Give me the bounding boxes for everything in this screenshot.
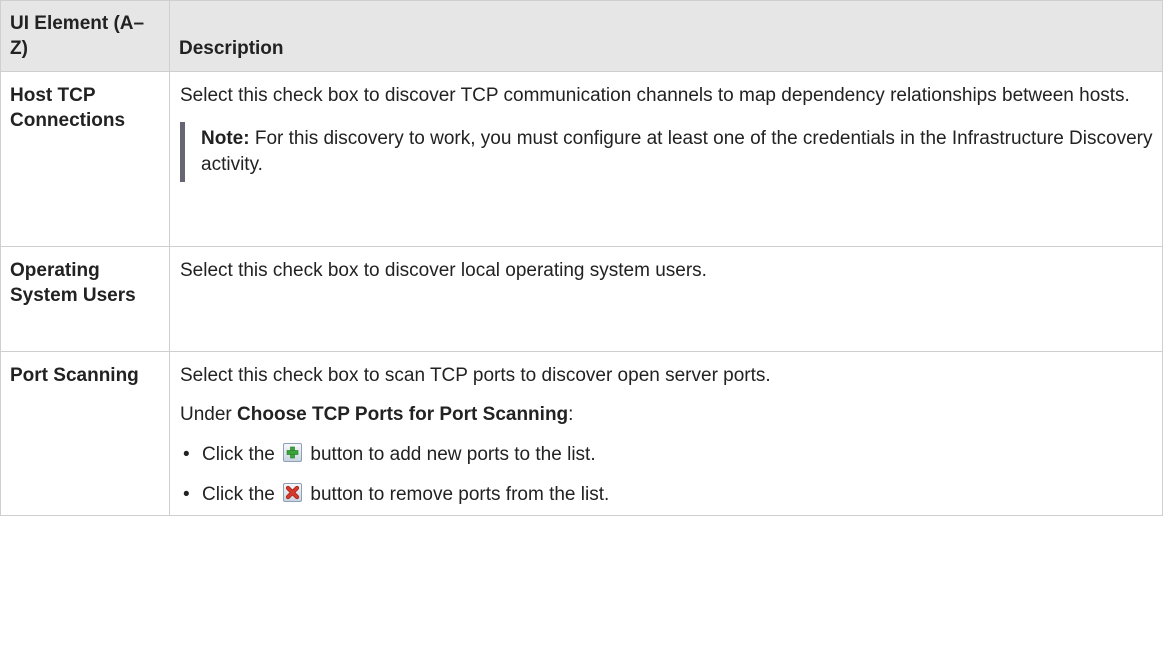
- note-label: Note:: [201, 128, 250, 149]
- steps-list: • Click the button to add new ports to t…: [180, 442, 1154, 507]
- note-text: For this discovery to work, you must con…: [201, 128, 1153, 175]
- note-callout: Note: For this discovery to work, you mu…: [180, 122, 1154, 182]
- header-description: Description: [169, 0, 1163, 72]
- under-prefix: Under: [180, 404, 232, 425]
- under-instruction: Under Choose TCP Ports for Port Scanning…: [180, 402, 1154, 427]
- description-text: Select this check box to discover TCP co…: [180, 85, 1130, 106]
- add-green-plus-icon: [283, 443, 303, 462]
- description-text: Select this check box to discover local …: [180, 260, 707, 281]
- element-description: Select this check box to discover local …: [169, 246, 1163, 352]
- element-name: Host TCP Connections: [0, 71, 170, 247]
- step-text-after: button to add new ports to the list.: [310, 444, 596, 465]
- description-text: Select this check box to scan TCP ports …: [180, 365, 771, 386]
- element-name: Port Scanning: [0, 351, 170, 516]
- under-section-name: Choose TCP Ports for Port Scanning: [237, 404, 569, 425]
- bullet-icon: •: [183, 444, 190, 465]
- step-text-after: button to remove ports from the list.: [310, 484, 610, 505]
- list-item: • Click the button to remove ports from …: [180, 482, 1154, 507]
- under-suffix: :: [568, 404, 574, 425]
- element-name: Operating System Users: [0, 246, 170, 352]
- step-text-before: Click the: [202, 444, 275, 465]
- list-item: • Click the button to add new ports to t…: [180, 442, 1154, 467]
- ui-elements-table: UI Element (A–Z) Description Host TCP Co…: [0, 0, 1163, 516]
- table-row: Operating System Users Select this check…: [0, 246, 1163, 352]
- element-description: Select this check box to discover TCP co…: [169, 71, 1163, 247]
- step-text-before: Click the: [202, 484, 275, 505]
- header-ui-element: UI Element (A–Z): [0, 0, 170, 72]
- bullet-icon: •: [183, 484, 190, 505]
- table-header-row: UI Element (A–Z) Description: [0, 0, 1163, 72]
- table-row: Host TCP Connections Select this check b…: [0, 71, 1163, 247]
- remove-red-x-icon: [283, 483, 303, 502]
- element-description: Select this check box to scan TCP ports …: [169, 351, 1163, 516]
- table-row: Port Scanning Select this check box to s…: [0, 351, 1163, 516]
